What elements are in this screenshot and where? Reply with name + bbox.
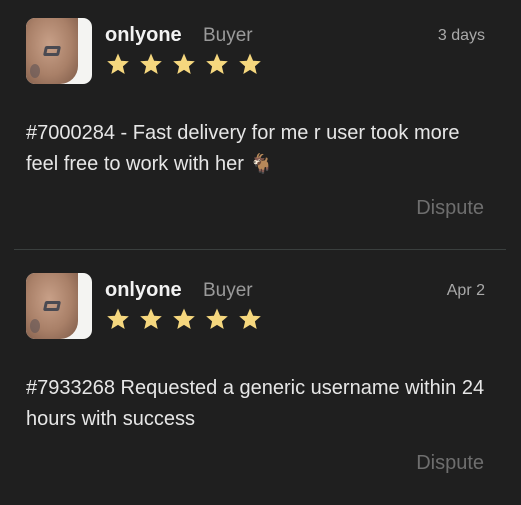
reviewer-role: Buyer	[203, 25, 253, 46]
star-icon	[205, 307, 229, 331]
avatar[interactable]	[26, 273, 92, 339]
star-icon	[238, 52, 262, 76]
review-card: onlyone Buyer Apr 2 #7933268 Requested a…	[0, 255, 521, 505]
review-text: #7933268 Requested a generic username wi…	[26, 373, 496, 435]
star-icon	[139, 52, 163, 76]
tattoo-mark	[30, 319, 40, 333]
star-icon	[172, 52, 196, 76]
tattoo-mark	[42, 46, 62, 56]
star-icon	[238, 307, 262, 331]
star-icon	[172, 307, 196, 331]
star-rating	[106, 307, 262, 331]
review-date: 3 days	[437, 27, 485, 44]
goat-emoji: 🐐	[249, 154, 274, 175]
review-body: #7000284 - Fast delivery for me r user t…	[26, 122, 460, 175]
review-card: onlyone Buyer 3 days #7000284 - Fast del…	[0, 0, 521, 250]
reviewer-name[interactable]: onlyone	[105, 279, 182, 302]
star-icon	[106, 307, 130, 331]
dispute-button[interactable]: Dispute	[416, 452, 484, 475]
star-icon	[139, 307, 163, 331]
reviewer-role: Buyer	[203, 280, 253, 301]
reviewer-name[interactable]: onlyone	[105, 24, 182, 47]
review-date: Apr 2	[446, 282, 485, 299]
avatar[interactable]	[26, 18, 92, 84]
divider	[14, 249, 506, 250]
star-icon	[106, 52, 130, 76]
review-body: #7933268 Requested a generic username wi…	[26, 377, 485, 430]
tattoo-mark	[42, 301, 62, 311]
tattoo-mark	[30, 64, 40, 78]
dispute-button[interactable]: Dispute	[416, 197, 484, 220]
review-text: #7000284 - Fast delivery for me r user t…	[26, 118, 496, 180]
star-rating	[106, 52, 262, 76]
star-icon	[205, 52, 229, 76]
